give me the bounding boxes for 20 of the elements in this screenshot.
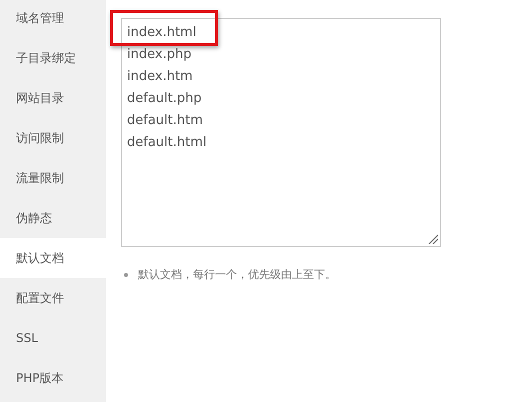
sidebar-item[interactable]: 域名管理: [0, 0, 106, 38]
text-line: default.html: [127, 135, 206, 150]
sidebar-item[interactable]: 子目录绑定: [0, 38, 106, 78]
sidebar-item[interactable]: 访问限制: [0, 118, 106, 158]
text-line: index.html: [127, 25, 196, 40]
sidebar-item[interactable]: 配置文件: [0, 278, 106, 318]
sidebar-item[interactable]: SSL: [0, 318, 106, 358]
sidebar-item[interactable]: 网站目录: [0, 78, 106, 118]
text-line: index.php: [127, 47, 192, 62]
text-line: default.php: [127, 91, 202, 106]
sidebar-item[interactable]: PHP版本: [0, 358, 106, 398]
resize-grip-icon[interactable]: [428, 234, 438, 244]
bullet-icon: [124, 272, 128, 276]
text-line: index.htm: [127, 69, 193, 84]
sidebar-item[interactable]: 默认文档: [0, 238, 106, 278]
text-line: default.htm: [127, 113, 203, 128]
sidebar-item[interactable]: 伪静态: [0, 198, 106, 238]
hint-text: 默认文档，每行一个，优先级由上至下。: [138, 267, 336, 282]
sidebar-item[interactable]: 流量限制: [0, 158, 106, 198]
textarea-field[interactable]: index.html index.php index.htm default.php default.htm default.html: [121, 18, 441, 247]
